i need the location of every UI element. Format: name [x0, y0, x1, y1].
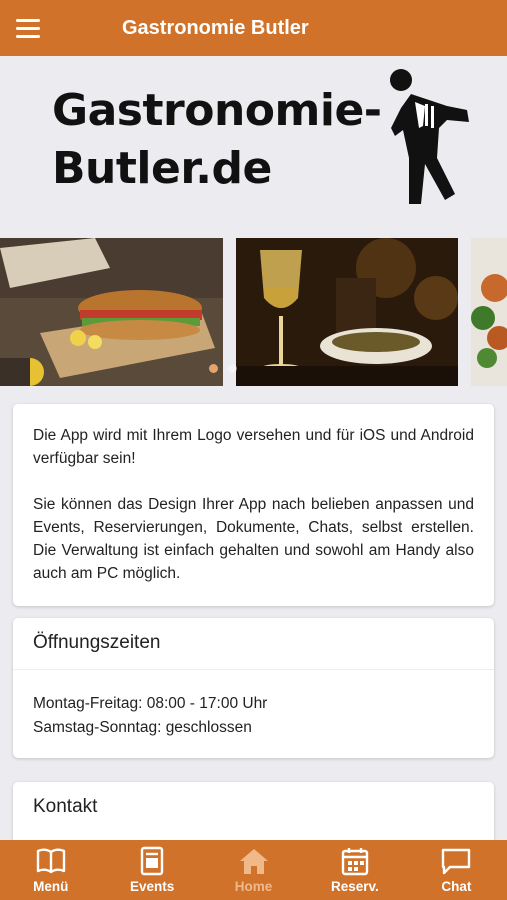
sandwich-photo[interactable] [0, 238, 223, 386]
image-carousel[interactable] [0, 238, 507, 386]
carousel-dots [209, 364, 237, 373]
contact-card: Kontakt [13, 782, 494, 842]
tab-reservations[interactable]: Reserv. [304, 840, 405, 900]
tab-events-label: Events [129, 879, 175, 894]
logo-text: Gastronomie- Butler.de [52, 82, 382, 198]
intro-card: Die App wird mit Ihrem Logo versehen und… [13, 404, 494, 606]
opening-hours-card: Öffnungszeiten Montag-Freitag: 08:00 - 1… [13, 618, 494, 758]
chat-icon [442, 848, 471, 875]
home-icon [239, 849, 268, 874]
hamburger-menu-icon[interactable] [0, 0, 56, 56]
tab-chat-label: Chat [441, 879, 472, 894]
logo-line-1: Gastronomie- [52, 85, 382, 136]
events-icon [140, 846, 164, 876]
app-header: Gastronomie Butler [0, 0, 507, 56]
contact-title: Kontakt [33, 796, 98, 817]
salad-photo[interactable] [471, 238, 507, 386]
hero-banner: Gastronomie- Butler.de [0, 56, 507, 236]
tab-home[interactable]: Home [203, 840, 304, 900]
tab-menu[interactable]: Menü [0, 840, 101, 900]
tab-menu-label: Menü [33, 879, 69, 894]
tab-reservations-label: Reserv. [331, 879, 379, 894]
opening-hours-body: Montag-Freitag: 08:00 - 17:00 Uhr Samsta… [13, 670, 494, 740]
tab-events[interactable]: Events [101, 840, 202, 900]
intro-paragraph-2: Sie können das Design Ihrer App nach bel… [33, 496, 474, 582]
wine-restaurant-photo[interactable] [236, 238, 458, 386]
butler-figure-icon [390, 69, 469, 204]
logo-line-2: Butler.de [52, 143, 272, 194]
opening-hours-title: Öffnungszeiten [13, 618, 494, 670]
carousel-dot[interactable] [228, 364, 237, 373]
intro-paragraph-1: Die App wird mit Ihrem Logo versehen und… [33, 427, 474, 467]
bottom-tab-bar: Menü Events Home Reserv. Chat [0, 840, 507, 900]
app-title: Gastronomie Butler [122, 16, 309, 39]
tab-home-label: Home [234, 879, 273, 894]
hours-weekend: Samstag-Sonntag: geschlossen [33, 719, 252, 736]
calendar-icon [341, 848, 369, 876]
tab-chat[interactable]: Chat [406, 840, 507, 900]
book-icon [36, 848, 65, 874]
hours-weekdays: Montag-Freitag: 08:00 - 17:00 Uhr [33, 695, 268, 712]
carousel-dot[interactable] [209, 364, 218, 373]
